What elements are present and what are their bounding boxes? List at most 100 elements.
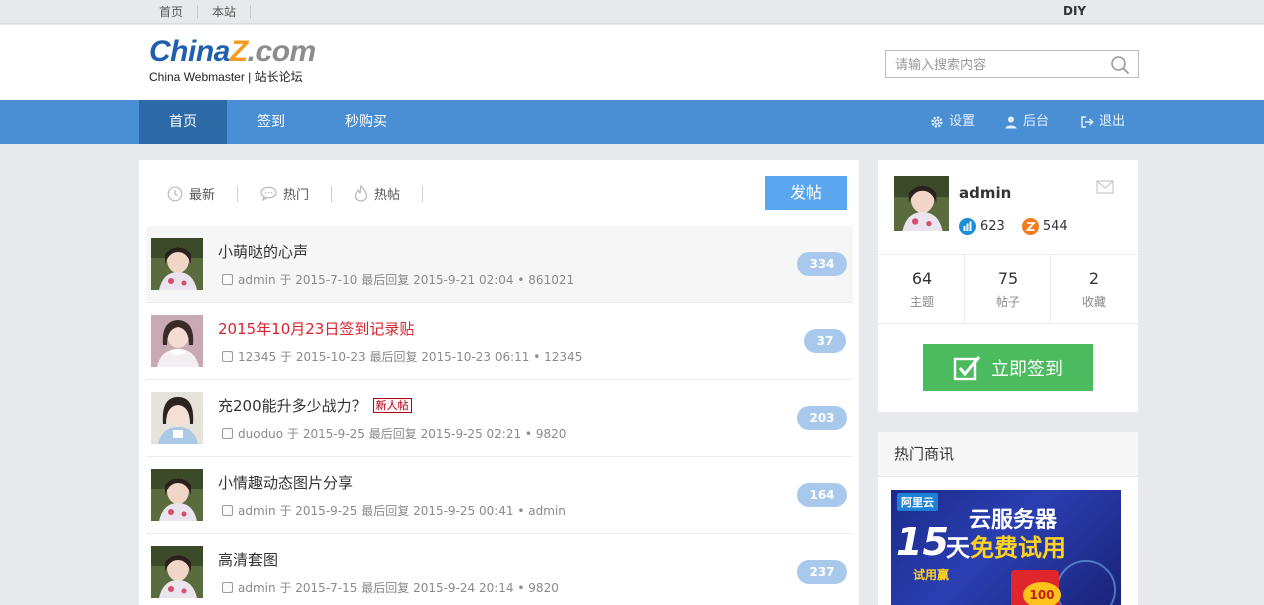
chat-bubble-icon	[260, 186, 277, 201]
nav-settings[interactable]: 设置	[930, 100, 975, 144]
user-scores: 623 544	[959, 218, 1068, 235]
checkin-button[interactable]: 立即签到	[923, 344, 1093, 391]
thread-reply-label: 最后回复	[368, 427, 417, 441]
thread-last-user[interactable]: 861021	[528, 273, 574, 287]
nav-item-home[interactable]: 首页	[139, 100, 227, 144]
top-link-site[interactable]: 本站	[198, 5, 252, 19]
logo-word-china: China	[149, 35, 230, 68]
thread-meta-dot: •	[517, 272, 525, 287]
thread-meta-dot: •	[524, 426, 532, 441]
logo-wordmark: ChinaZ.com	[149, 37, 339, 67]
tab-divider	[331, 185, 333, 202]
tab-latest-label: 最新	[189, 188, 216, 203]
z-coin-icon	[1021, 218, 1039, 235]
gear-icon	[931, 116, 943, 128]
tab-hot-posts-label: 热帖	[374, 188, 401, 203]
logo-word-z: Z	[229, 35, 248, 68]
thread-last-user[interactable]: 12345	[544, 350, 582, 364]
thread-last-user[interactable]: admin	[528, 504, 566, 518]
mail-icon[interactable]	[1096, 180, 1114, 194]
ad-decoration	[1056, 560, 1116, 605]
avatar[interactable]	[151, 546, 203, 598]
thread-date: 2015-9-25	[295, 503, 358, 518]
thread-reply-label: 最后回复	[361, 504, 410, 518]
stat-topics-label: 主题	[909, 295, 934, 309]
reply-count-badge: 334	[797, 252, 847, 276]
nav-item-flash-buy[interactable]: 秒购买	[323, 100, 409, 144]
ad-subheadline-free: 免费试用	[970, 534, 1066, 562]
nav-item-checkin[interactable]: 签到	[227, 100, 315, 144]
avatar[interactable]	[151, 469, 203, 521]
stat-favorites-count: 2	[1088, 269, 1100, 288]
thread-author[interactable]: 12345	[238, 350, 276, 364]
thread-date: 2015-7-10	[295, 272, 358, 287]
thread-tabs: 最新 热门 热帖	[167, 184, 445, 203]
diy-link[interactable]: DIY	[1063, 4, 1086, 18]
main-nav: 首页 签到 秒购买 设置 后台 退出	[0, 100, 1264, 144]
thread-checkbox[interactable]	[222, 351, 233, 362]
nav-logout[interactable]: 退出	[1080, 100, 1125, 144]
thread-title[interactable]: 高清套图	[218, 549, 278, 570]
thread-checkbox[interactable]	[222, 505, 233, 516]
thread-meta: admin 于 2015-7-15 最后回复 2015-9-24 20:14 •…	[222, 579, 559, 596]
newbie-post-badge: 新人帖	[372, 398, 412, 413]
thread-title[interactable]: 2015年10月23日签到记录贴	[218, 318, 414, 339]
thread-checkbox[interactable]	[222, 582, 233, 593]
logo-word-com: .com	[247, 35, 317, 68]
thread-title[interactable]: 充200能升多少战力？ 新人帖	[218, 395, 412, 416]
thread-checkbox[interactable]	[222, 428, 233, 439]
thread-author[interactable]: admin	[238, 581, 276, 595]
search-box	[885, 50, 1139, 78]
stat-topics[interactable]: 64 主题	[879, 255, 965, 323]
clock-icon	[167, 186, 183, 201]
search-icon[interactable]	[1110, 55, 1130, 75]
thread-meta: duoduo 于 2015-9-25 最后回复 2015-9-25 02:21 …	[222, 425, 566, 442]
search-input[interactable]	[895, 56, 1095, 74]
tab-latest[interactable]: 最新	[167, 184, 215, 203]
ad-subheadline: 天免费试用	[946, 528, 1066, 563]
tab-divider	[237, 185, 239, 202]
avatar[interactable]	[151, 238, 203, 290]
nav-admin-label: 后台	[1023, 114, 1050, 129]
reply-count-badge: 164	[797, 483, 847, 507]
username[interactable]: admin	[959, 184, 1011, 202]
thread-row[interactable]: 高清套图 admin 于 2015-7-15 最后回复 2015-9-24 20…	[146, 534, 853, 605]
logo-subtitle: China Webmaster | 站长论坛	[149, 70, 303, 84]
thread-meta: 12345 于 2015-10-23 最后回复 2015-10-23 06:11…	[222, 348, 582, 365]
ad-subheadline-day: 天	[946, 534, 970, 562]
thread-last-user[interactable]: 9820	[536, 427, 567, 441]
thread-title-text: 充200能升多少战力？	[218, 397, 367, 415]
thread-last-user[interactable]: 9820	[528, 581, 559, 595]
ad-banner[interactable]: 阿里云 云服务器 15 天免费试用 试用赢 100	[891, 490, 1121, 605]
divider	[878, 323, 1138, 324]
stat-favorites[interactable]: 2 收藏	[1051, 255, 1137, 323]
avatar[interactable]	[151, 392, 203, 444]
nav-admin[interactable]: 后台	[1004, 100, 1049, 144]
reply-count-badge: 237	[797, 560, 847, 584]
thread-row[interactable]: 2015年10月23日签到记录贴 12345 于 2015-10-23 最后回复…	[146, 303, 853, 380]
flame-icon	[354, 185, 368, 202]
nav-logout-label: 退出	[1099, 114, 1126, 129]
thread-meta-dot: •	[533, 349, 541, 364]
tab-hot-posts[interactable]: 热帖	[354, 184, 400, 203]
thread-meta: admin 于 2015-7-10 最后回复 2015-9-21 02:04 •…	[222, 271, 574, 288]
top-link-home[interactable]: 首页	[145, 5, 199, 19]
tab-hot-label: 热门	[283, 188, 310, 203]
thread-row[interactable]: 小情趣动态图片分享 admin 于 2015-9-25 最后回复 2015-9-…	[146, 457, 853, 534]
new-post-button[interactable]: 发帖	[765, 176, 847, 210]
stat-favorites-label: 收藏	[1081, 295, 1106, 309]
site-logo[interactable]: ChinaZ.com China Webmaster | 站长论坛	[149, 37, 339, 87]
thread-row[interactable]: 充200能升多少战力？ 新人帖 duoduo 于 2015-9-25 最后回复 2…	[146, 380, 853, 457]
avatar[interactable]	[894, 176, 949, 231]
thread-title[interactable]: 小萌哒的心声	[218, 241, 308, 262]
avatar[interactable]	[151, 315, 203, 367]
thread-author[interactable]: admin	[238, 504, 276, 518]
thread-checkbox[interactable]	[222, 274, 233, 285]
thread-author[interactable]: admin	[238, 273, 276, 287]
tab-hot[interactable]: 热门	[260, 184, 309, 203]
thread-author[interactable]: duoduo	[238, 427, 283, 441]
thread-reply-time: 2015-9-25 02:21	[420, 426, 522, 441]
stat-posts[interactable]: 75 帖子	[965, 255, 1051, 323]
thread-title[interactable]: 小情趣动态图片分享	[218, 472, 353, 493]
thread-row[interactable]: 小萌哒的心声 admin 于 2015-7-10 最后回复 2015-9-21 …	[146, 226, 853, 303]
